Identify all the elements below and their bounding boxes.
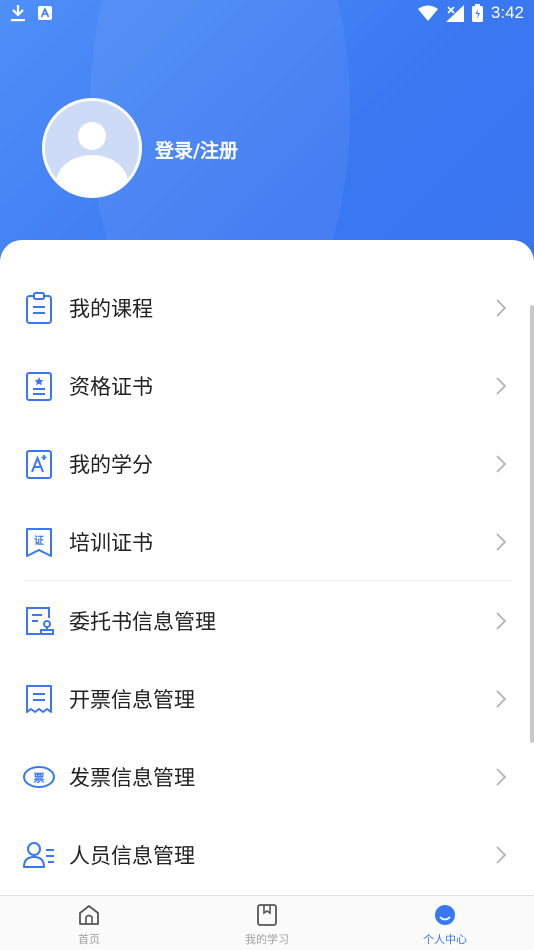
menu-item-personnel-info[interactable]: 人员信息管理	[0, 816, 534, 894]
svg-text:票: 票	[34, 772, 45, 785]
chevron-right-icon	[496, 690, 507, 708]
menu-item-label: 资格证书	[69, 375, 153, 399]
battery-icon	[471, 4, 483, 22]
svg-text:证: 证	[34, 535, 44, 547]
chevron-right-icon	[496, 846, 507, 864]
tab-label: 个人中心	[423, 933, 467, 946]
status-time: 3:42	[490, 3, 524, 22]
menu-item-label: 开票信息管理	[69, 688, 195, 712]
menu-item-billing-info[interactable]: 开票信息管理	[0, 660, 534, 738]
chevron-right-icon	[496, 377, 507, 395]
tab-label: 我的学习	[245, 933, 289, 946]
chevron-right-icon	[496, 455, 507, 473]
menu-item-qualification-cert[interactable]: 资格证书	[0, 347, 534, 425]
section-divider	[24, 580, 512, 581]
chevron-right-icon	[496, 299, 507, 317]
certificate-star-icon	[26, 372, 52, 401]
tab-personal-center[interactable]: 个人中心	[356, 896, 534, 950]
bottom-tab-bar: 首页 我的学习 个人中心	[0, 895, 534, 950]
download-icon	[11, 5, 25, 22]
tab-my-learning[interactable]: 我的学习	[178, 896, 356, 950]
chevron-right-icon	[496, 612, 507, 630]
score-a-icon	[26, 450, 52, 479]
menu-item-training-cert[interactable]: 证 培训证书	[0, 503, 534, 581]
chevron-right-icon	[496, 533, 507, 551]
scrollbar[interactable]	[530, 305, 534, 743]
menu-item-label: 我的课程	[69, 297, 153, 321]
signal-icon	[445, 4, 464, 22]
menu-item-my-credits[interactable]: 我的学分	[0, 425, 534, 503]
status-bar: 3:42	[0, 0, 534, 28]
wifi-icon	[417, 5, 438, 21]
avatar[interactable]	[42, 98, 142, 198]
tab-label: 首页	[78, 933, 100, 946]
invoice-icon	[26, 685, 52, 713]
login-register-link[interactable]: 登录/注册	[155, 136, 238, 163]
menu-item-label: 人员信息管理	[69, 844, 195, 868]
person-list-icon	[23, 842, 54, 868]
ticket-icon: 票	[23, 766, 55, 788]
home-icon	[79, 905, 99, 925]
entrust-doc-icon	[26, 607, 54, 635]
notification-a-icon	[38, 6, 52, 20]
training-cert-icon: 证	[26, 528, 52, 557]
person-circle-icon	[435, 905, 455, 925]
tab-home[interactable]: 首页	[0, 896, 178, 950]
menu-item-my-courses[interactable]: 我的课程	[0, 269, 534, 347]
default-avatar-icon	[45, 101, 139, 195]
menu-item-label: 我的学分	[69, 453, 153, 477]
menu-item-entrust-letter[interactable]: 委托书信息管理	[0, 582, 534, 660]
menu-item-label: 委托书信息管理	[69, 610, 216, 634]
bookmark-book-icon	[257, 904, 277, 926]
menu-item-invoice-info[interactable]: 票 发票信息管理	[0, 738, 534, 816]
clipboard-icon	[26, 292, 52, 324]
menu-item-label: 培训证书	[69, 531, 153, 555]
menu-card: 我的课程 资格证书 我的学分 证 培训证书 委托书信息管理 开票信息管理 票 发…	[0, 240, 534, 896]
menu-item-label: 发票信息管理	[69, 766, 195, 790]
chevron-right-icon	[496, 768, 507, 786]
